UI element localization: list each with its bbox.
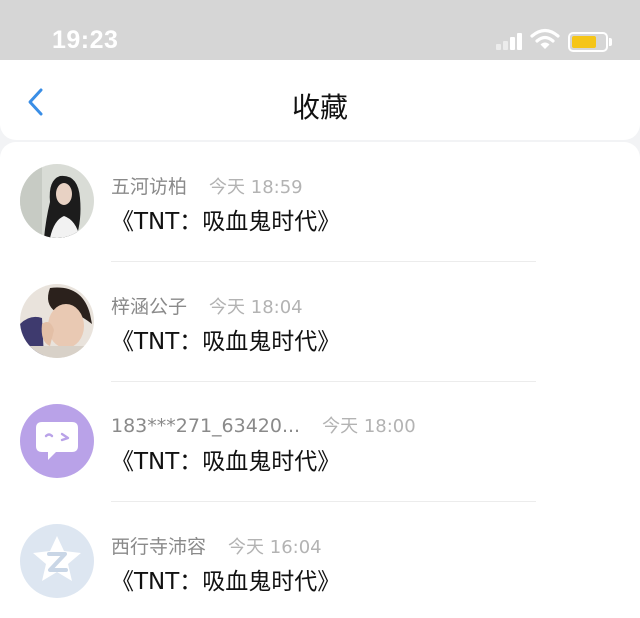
status-bar: 19:23 (0, 0, 640, 60)
sender-name: 西行寺沛容 (111, 536, 207, 558)
sender-name: 五河访柏 (111, 176, 188, 198)
avatar-photo-girl (20, 164, 94, 238)
favorite-title: 《TNT：吸血鬼时代》 (111, 449, 341, 475)
signal-bars-icon (496, 32, 524, 50)
timestamp: 今天 18:59 (209, 177, 303, 198)
nav-bar: 收藏 (0, 60, 640, 140)
favorite-title: 《TNT：吸血鬼时代》 (111, 569, 341, 595)
sender-name: 183***271_63420... (111, 415, 301, 437)
list-item[interactable]: 183***271_63420... 今天 18:00 《TNT：吸血鬼时代》 (0, 382, 640, 502)
list-item[interactable]: 梓涵公子 今天 18:04 《TNT：吸血鬼时代》 (0, 262, 640, 382)
purple-chat-bubble-icon (20, 404, 94, 478)
battery-icon (568, 32, 608, 52)
avatar (20, 284, 94, 358)
list-item[interactable]: 西行寺沛容 今天 16:04 《TNT：吸血鬼时代》 (0, 502, 640, 618)
avatar-photo-selfie (20, 284, 94, 358)
item-meta: 五河访柏 今天 18:59 (111, 172, 303, 199)
item-meta: 梓涵公子 今天 18:04 (111, 292, 303, 319)
item-meta: 183***271_63420... 今天 18:00 (111, 412, 416, 438)
default-z-logo-icon (20, 524, 94, 598)
battery-level (572, 36, 596, 48)
list-item[interactable]: 五河访柏 今天 18:59 《TNT：吸血鬼时代》 (0, 142, 640, 262)
favorites-list: 五河访柏 今天 18:59 《TNT：吸血鬼时代》 梓涵公子 今天 18:04 《T… (0, 142, 640, 618)
timestamp: 今天 18:00 (322, 416, 416, 437)
favorite-title: 《TNT：吸血鬼时代》 (111, 209, 341, 235)
item-meta: 西行寺沛容 今天 16:04 (111, 532, 322, 559)
status-time: 19:23 (52, 26, 119, 54)
page-title: 收藏 (291, 91, 348, 124)
sender-name: 梓涵公子 (111, 296, 188, 318)
favorite-title: 《TNT：吸血鬼时代》 (111, 329, 341, 355)
avatar (20, 164, 94, 238)
avatar (20, 404, 94, 478)
avatar (20, 524, 94, 598)
wifi-icon (530, 28, 560, 49)
timestamp: 今天 16:04 (228, 537, 322, 558)
timestamp: 今天 18:04 (209, 297, 303, 318)
battery-tip (609, 38, 612, 46)
